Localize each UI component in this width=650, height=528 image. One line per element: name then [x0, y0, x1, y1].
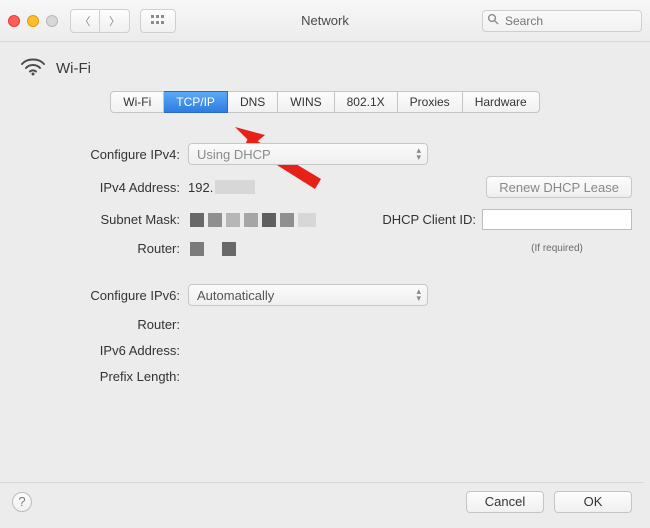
- toolbar: 〈 〉 Network: [0, 0, 650, 42]
- router6-label: Router:: [18, 317, 188, 332]
- chevron-updown-icon: ▴▾: [416, 288, 421, 302]
- configure-ipv6-label: Configure IPv6:: [18, 288, 188, 303]
- chevron-right-icon: 〉: [109, 13, 120, 29]
- configure-ipv4-select[interactable]: Using DHCP ▴▾: [188, 143, 428, 165]
- search-icon: [487, 13, 499, 28]
- minimize-icon[interactable]: [27, 15, 39, 27]
- help-button[interactable]: ?: [12, 492, 32, 512]
- help-icon: ?: [18, 494, 25, 509]
- tab-wins[interactable]: WINS: [278, 91, 334, 113]
- redacted-block: [190, 242, 236, 256]
- cancel-button[interactable]: Cancel: [466, 491, 544, 513]
- tab-wifi[interactable]: Wi-Fi: [110, 91, 164, 113]
- tab-hardware[interactable]: Hardware: [463, 91, 540, 113]
- chevron-left-icon: 〈: [80, 13, 91, 29]
- configure-ipv6-select[interactable]: Automatically ▴▾: [188, 284, 428, 306]
- redacted-block: [215, 180, 255, 194]
- tab-dns[interactable]: DNS: [228, 91, 278, 113]
- ipv6-address-label: IPv6 Address:: [18, 343, 188, 358]
- configure-ipv4-value: Using DHCP: [197, 147, 271, 162]
- ok-button[interactable]: OK: [554, 491, 632, 513]
- ipv4-address-value: 192.: [188, 180, 213, 195]
- tab-tcpip[interactable]: TCP/IP: [164, 91, 228, 113]
- search-input[interactable]: [482, 10, 642, 32]
- tcpip-form: Configure IPv4: Using DHCP ▴▾ IPv4 Addre…: [18, 143, 632, 384]
- tab-bar: Wi-Fi TCP/IP DNS WINS 802.1X Proxies Har…: [18, 91, 632, 113]
- configure-ipv6-value: Automatically: [197, 288, 274, 303]
- redacted-block: [190, 213, 316, 227]
- panel-header: Wi-Fi: [20, 56, 632, 81]
- if-required-note: (If required): [482, 243, 632, 254]
- renew-dhcp-button[interactable]: Renew DHCP Lease: [486, 176, 632, 198]
- wifi-icon: [20, 56, 46, 81]
- back-button[interactable]: 〈: [70, 9, 100, 33]
- grid-icon: [151, 13, 165, 28]
- chevron-updown-icon: ▴▾: [416, 147, 421, 161]
- subnet-mask-label: Subnet Mask:: [18, 212, 188, 227]
- window-controls: [8, 15, 58, 27]
- nav-buttons: 〈 〉: [70, 9, 130, 33]
- router-label: Router:: [18, 241, 188, 256]
- panel-title: Wi-Fi: [56, 60, 91, 77]
- configure-ipv4-label: Configure IPv4:: [18, 147, 188, 162]
- main-panel: Wi-Fi Wi-Fi TCP/IP DNS WINS 802.1X Proxi…: [0, 42, 650, 528]
- close-icon[interactable]: [8, 15, 20, 27]
- dhcp-client-id-input[interactable]: [482, 209, 632, 230]
- search-wrap: [482, 10, 642, 32]
- tab-proxies[interactable]: Proxies: [398, 91, 463, 113]
- maximize-icon[interactable]: [46, 15, 58, 27]
- all-prefs-button[interactable]: [140, 9, 176, 33]
- forward-button[interactable]: 〉: [100, 9, 130, 33]
- dhcp-client-id-label: DHCP Client ID:: [382, 212, 476, 227]
- tab-8021x[interactable]: 802.1X: [335, 91, 398, 113]
- prefix-length-label: Prefix Length:: [18, 369, 188, 384]
- ipv4-address-label: IPv4 Address:: [18, 180, 188, 195]
- footer-bar: ? Cancel OK: [0, 482, 644, 520]
